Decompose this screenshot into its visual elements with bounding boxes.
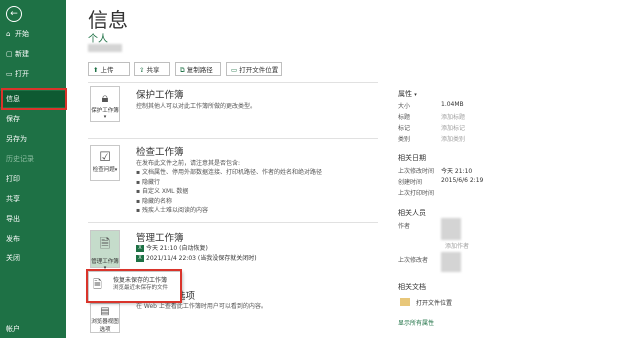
copy-path-button[interactable]: ⧉ 复制路径 <box>175 62 221 76</box>
upload-button[interactable]: ⬆ 上传 <box>88 62 130 76</box>
inspect-desc: 在发布此文件之前，请注意其是否包含: <box>136 160 241 167</box>
list-item: ▪ 残疾人士难以阅读的内容 <box>136 207 208 214</box>
check-issues-button[interactable]: ☑ 检查问题▾ <box>90 145 120 181</box>
list-item: ▪ 自定义 XML 数据 <box>136 188 189 195</box>
show-all-properties-link[interactable]: 显示所有属性 <box>398 318 434 327</box>
sidebar-item-history: 历史记录 <box>6 155 34 163</box>
chevron-down-icon: ▾ <box>114 167 118 173</box>
browser-view-options-button[interactable]: ▤ 浏览器视图选项 <box>90 303 120 333</box>
open-file-location-button[interactable]: ▭ 打开文件位置 <box>226 62 282 76</box>
browser-view-icon: ▤ <box>100 306 110 317</box>
properties-title[interactable]: 属性 ▾ <box>398 89 417 99</box>
add-title-field[interactable]: 添加标题 <box>441 112 465 121</box>
property-label: 标记 <box>398 125 411 132</box>
sidebar-item-close[interactable]: 关闭 <box>0 250 66 266</box>
date-value: 2015/6/6 2:19 <box>441 177 484 184</box>
add-author-link[interactable]: 添加作者 <box>445 241 469 250</box>
inspect-icon: ☑ <box>99 150 111 165</box>
protect-title: 保护工作簿 <box>136 90 184 101</box>
blurred-avatar <box>441 218 461 240</box>
sidebar-item-publish[interactable]: 发布 <box>0 231 66 247</box>
date-label: 创建时间 <box>398 179 423 186</box>
sidebar-item-save-as[interactable]: 另存为 <box>0 131 66 147</box>
folder-icon: ▭ <box>231 66 238 74</box>
share-button[interactable]: ⇪ 共享 <box>134 62 170 76</box>
sidebar-item-account[interactable]: 帐户 <box>0 321 66 337</box>
list-item: ▪ 隐藏的名称 <box>136 198 172 205</box>
inspect-title: 检查工作簿 <box>136 147 184 158</box>
date-label: 上次修改时间 <box>398 168 435 175</box>
upload-icon: ⬆ <box>93 66 99 74</box>
home-icon: ⌂ <box>6 30 11 38</box>
blurred-avatar <box>441 252 461 272</box>
protect-workbook-button[interactable]: 🔒︎ 保护工作簿▾ <box>90 86 120 122</box>
divider <box>88 138 378 139</box>
sidebar-item-new[interactable]: ▢ 新建 <box>0 46 66 62</box>
add-tag-field[interactable]: 添加标记 <box>441 123 465 132</box>
version-item[interactable]: X 今天 21:10 (自动恢复) <box>136 243 208 252</box>
sidebar-item-open[interactable]: ▭ 打开 <box>0 66 66 82</box>
related-people-title: 相关人员 <box>398 209 426 217</box>
related-docs-title: 相关文档 <box>398 283 426 291</box>
property-label: 大小 <box>398 103 411 110</box>
copy-path-icon: ⧉ <box>180 66 185 74</box>
property-value: 1.04MB <box>441 101 464 108</box>
related-dates-title: 相关日期 <box>398 154 426 162</box>
sidebar-item-share[interactable]: 共享 <box>0 191 66 207</box>
last-modified-by-label: 上次修改者 <box>398 257 429 264</box>
open-file-location-link[interactable]: 打开文件位置 <box>416 298 452 307</box>
new-file-icon: ▢ <box>6 50 13 58</box>
backstage-sidebar: ← ⌂ 开始 ▢ 新建 ▭ 打开 信息 保存 另存为 历史记录 打印 共享 导出 发布… <box>0 0 66 338</box>
highlight-box-recover <box>86 269 182 303</box>
version-item[interactable]: X 2021/11/4 22:03 (当我没保存就关闭时) <box>136 253 257 262</box>
sidebar-item-export[interactable]: 导出 <box>0 211 66 227</box>
manage-workbook-button[interactable]: 🗎︎ 管理工作簿▾ <box>90 230 120 271</box>
author-label: 作者 <box>398 223 411 230</box>
list-item: ▪ 隐藏行 <box>136 179 160 186</box>
folder-icon <box>400 298 410 306</box>
chevron-down-icon: ▾ <box>414 92 417 98</box>
manage-workbook-icon: 🗎︎ <box>99 237 111 252</box>
list-item: ▪ 文档属性、停用外部数据连接、打印机路径、作者的姓名和绝对路径 <box>136 169 322 176</box>
document-name: 个人 <box>88 34 108 45</box>
page-title: 信息 <box>88 8 128 32</box>
sidebar-item-save[interactable]: 保存 <box>0 111 66 127</box>
lock-icon: 🔒︎ <box>101 91 109 106</box>
divider <box>88 82 378 83</box>
share-icon: ⇪ <box>139 66 145 74</box>
divider <box>88 222 378 223</box>
protect-desc: 控制其他人可以对此工作簿所做的更改类型。 <box>136 103 257 110</box>
highlight-box-info <box>1 88 67 110</box>
date-value: 今天 21:10 <box>441 168 473 175</box>
folder-open-icon: ▭ <box>6 70 13 78</box>
excel-file-icon: X <box>136 255 144 262</box>
chevron-down-icon: ▾ <box>103 114 107 120</box>
manage-title: 管理工作簿 <box>136 233 184 244</box>
property-label: 标题 <box>398 114 411 121</box>
sidebar-item-home[interactable]: ⌂ 开始 <box>0 26 66 42</box>
date-label: 上次打印时间 <box>398 190 435 197</box>
back-arrow-icon[interactable]: ← <box>6 6 22 22</box>
property-label: 类别 <box>398 136 411 143</box>
sidebar-item-print[interactable]: 打印 <box>0 171 66 187</box>
blurred-path <box>88 44 122 52</box>
add-category-field[interactable]: 添加类别 <box>441 134 465 143</box>
excel-file-icon: X <box>136 245 144 252</box>
